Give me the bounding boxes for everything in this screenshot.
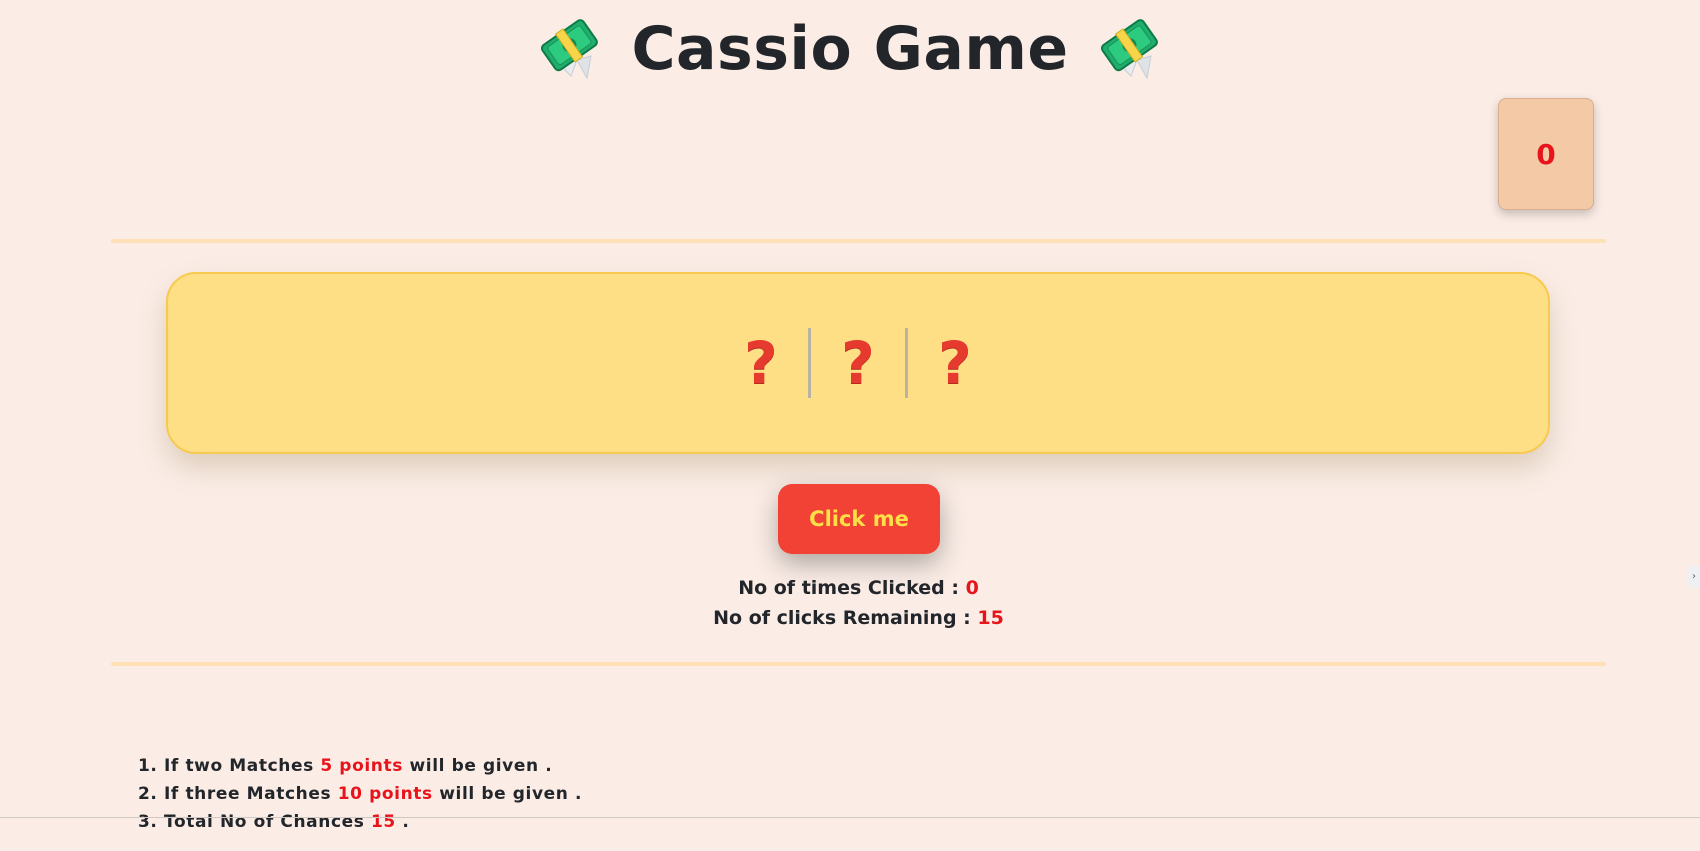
header: $ Cassio Game $ (0, 14, 1700, 84)
page-title: Cassio Game (631, 14, 1069, 84)
rule-text: 1. If two Matches (138, 756, 314, 776)
rule-item: 1. If two Matches 5 points will be given… (138, 752, 582, 780)
slot-1: ? (744, 329, 778, 397)
slot-reels: ? ? ? (168, 274, 1548, 452)
side-panel-toggle[interactable]: › (1688, 566, 1700, 588)
rule-text: 2. If three Matches (138, 784, 332, 804)
chevron-right-icon: › (1692, 571, 1696, 582)
clicks-remaining-label: No of clicks Remaining : (713, 607, 971, 629)
money-with-wings-icon: $ (537, 16, 603, 82)
game-page: $ Cassio Game $ 0 (0, 0, 1700, 851)
clicks-remaining-line: No of clicks Remaining : 15 (0, 607, 1700, 629)
score-value: 0 (1536, 137, 1556, 171)
rule-item: 3. Total No of Chances 15 . (138, 808, 582, 836)
rule-highlight: 15 (371, 812, 396, 832)
rule-text: will be given . (409, 756, 553, 776)
rule-item: 2. If three Matches 10 points will be gi… (138, 780, 582, 808)
clicks-count-value: 0 (965, 577, 979, 599)
rules-list: 1. If two Matches 5 points will be given… (138, 752, 582, 836)
slot-2: ? (841, 329, 875, 397)
slot-panel: ? ? ? (166, 272, 1550, 454)
clicks-count-label: No of times Clicked : (738, 577, 959, 599)
score-box: 0 (1498, 98, 1594, 210)
page-bottom-border (0, 817, 1700, 818)
money-with-wings-icon: $ (1097, 16, 1163, 82)
click-me-button[interactable]: Click me (778, 484, 940, 554)
rule-text: . (402, 812, 410, 832)
rule-highlight: 5 points (320, 756, 403, 776)
top-divider (111, 239, 1606, 243)
rule-text: 3. Total No of Chances (138, 812, 365, 832)
clicks-remaining-value: 15 (977, 607, 1004, 629)
bottom-divider (111, 662, 1606, 666)
rule-text: will be given . (439, 784, 583, 804)
rule-highlight: 10 points (337, 784, 433, 804)
clicks-count-line: No of times Clicked : 0 (0, 577, 1700, 599)
slot-3: ? (938, 329, 972, 397)
